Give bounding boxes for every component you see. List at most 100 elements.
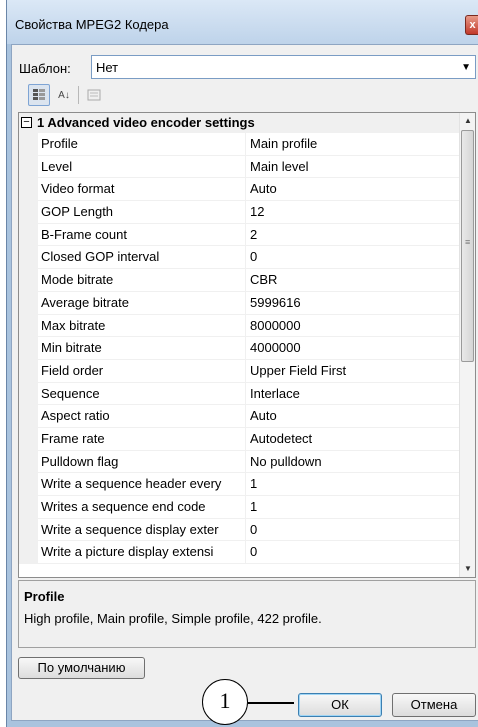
chevron-down-icon[interactable]: ▼ <box>461 62 471 73</box>
property-name: Writes a sequence end code <box>38 496 246 519</box>
property-name: Sequence <box>38 382 246 406</box>
row-gutter <box>19 201 38 224</box>
property-value[interactable]: 4000000 <box>246 337 460 360</box>
row-gutter <box>19 178 38 202</box>
collapse-icon[interactable]: − <box>21 117 32 128</box>
property-value[interactable]: 1 <box>246 473 460 496</box>
cancel-button[interactable]: Отмена <box>392 693 476 717</box>
property-row[interactable]: GOP Length 12 <box>19 201 460 224</box>
row-gutter <box>19 496 38 519</box>
property-row[interactable]: Sequence Interlace <box>19 382 460 406</box>
property-name: GOP Length <box>38 201 246 224</box>
property-name: Average bitrate <box>38 291 246 315</box>
property-row[interactable]: B-Frame count 2 <box>19 223 460 247</box>
property-value[interactable]: Autodetect <box>246 428 460 451</box>
title-bar[interactable]: Свойства MPEG2 Кодера x <box>7 0 478 44</box>
property-value[interactable]: 12 <box>246 201 460 224</box>
row-gutter <box>19 473 38 496</box>
property-name: Mode bitrate <box>38 269 246 292</box>
ok-button[interactable]: ОК <box>298 693 382 717</box>
window-title: Свойства MPEG2 Кодера <box>15 17 169 32</box>
scrollbar-thumb[interactable]: ≡ <box>461 130 474 362</box>
property-value[interactable]: Auto <box>246 405 460 428</box>
template-dropdown[interactable]: Нет ▼ <box>91 55 476 79</box>
row-gutter <box>19 223 38 247</box>
row-gutter <box>19 246 38 270</box>
vertical-scrollbar[interactable]: ▲ ≡ ▼ <box>459 113 475 577</box>
property-name: Frame rate <box>38 427 246 451</box>
property-name: Write a sequence display exter <box>38 518 246 542</box>
property-value[interactable]: 0 <box>246 246 460 270</box>
row-gutter <box>19 133 38 156</box>
row-gutter <box>19 405 38 428</box>
property-value[interactable]: Main level <box>246 156 460 179</box>
row-gutter <box>19 291 38 315</box>
property-row[interactable]: Mode bitrate CBR <box>19 269 460 292</box>
property-row[interactable]: Aspect ratio Auto <box>19 405 460 428</box>
row-gutter <box>19 450 38 474</box>
row-gutter <box>19 337 38 360</box>
property-row[interactable]: Average bitrate 5999616 <box>19 291 460 315</box>
scroll-up-icon[interactable]: ▲ <box>460 113 475 129</box>
property-row[interactable]: Pulldown flag No pulldown <box>19 450 460 474</box>
property-row[interactable]: Write a sequence header every 1 <box>19 473 460 496</box>
property-row[interactable]: Frame rate Autodetect <box>19 427 460 451</box>
property-row[interactable]: Min bitrate 4000000 <box>19 337 460 360</box>
property-value[interactable]: 0 <box>246 541 460 565</box>
property-value[interactable]: 5999616 <box>246 292 460 315</box>
template-selected-value: Нет <box>96 60 119 75</box>
property-row[interactable]: Video format Auto <box>19 178 460 202</box>
dialog-client-area: Шаблон: Нет ▼ A↓ − 1 Advanced video enco… <box>11 44 478 721</box>
property-value[interactable]: No pulldown <box>246 451 460 474</box>
description-panel: Profile High profile, Main profile, Simp… <box>18 580 476 648</box>
property-value[interactable]: Upper Field First <box>246 360 460 383</box>
template-label: Шаблон: <box>19 61 71 76</box>
property-rows: Profile Main profile Level Main level Video … <box>19 133 460 565</box>
property-value[interactable]: 0 <box>246 519 460 542</box>
toolbar-divider <box>78 86 79 104</box>
property-row[interactable]: Closed GOP interval 0 <box>19 246 460 270</box>
property-name: Write a picture display extensi <box>38 541 246 565</box>
property-value[interactable]: 8000000 <box>246 315 460 338</box>
property-name: B-Frame count <box>38 223 246 247</box>
callout-number: 1 <box>202 679 248 725</box>
category-row[interactable]: − 1 Advanced video encoder settings <box>19 113 460 133</box>
property-row[interactable]: Writes a sequence end code 1 <box>19 496 460 519</box>
categorized-view-icon[interactable] <box>28 84 50 106</box>
property-value[interactable]: 2 <box>246 224 460 247</box>
property-row[interactable]: Level Main level <box>19 155 460 179</box>
row-gutter <box>19 518 38 542</box>
property-grid[interactable]: − 1 Advanced video encoder settings Prof… <box>18 112 476 578</box>
property-row[interactable]: Max bitrate 8000000 <box>19 314 460 338</box>
row-gutter <box>19 359 38 383</box>
property-name: Field order <box>38 359 246 383</box>
alphabetical-sort-icon[interactable]: A↓ <box>53 84 75 106</box>
default-button[interactable]: По умолчанию <box>18 657 145 679</box>
row-gutter <box>19 541 38 565</box>
property-value[interactable]: Main profile <box>246 133 460 156</box>
property-row[interactable]: Write a picture display extensi 0 <box>19 541 460 565</box>
property-row[interactable]: Write a sequence display exter 0 <box>19 518 460 542</box>
row-gutter <box>19 382 38 406</box>
property-name: Level <box>38 155 246 179</box>
scroll-down-icon[interactable]: ▼ <box>460 561 475 577</box>
row-gutter <box>19 314 38 338</box>
property-value[interactable]: Interlace <box>246 383 460 406</box>
property-row[interactable]: Field order Upper Field First <box>19 359 460 383</box>
row-gutter <box>19 155 38 179</box>
dialog-window: Свойства MPEG2 Кодера x Шаблон: Нет ▼ A↓ <box>6 0 478 727</box>
close-icon[interactable]: x <box>465 15 478 35</box>
property-value[interactable]: 1 <box>246 496 460 519</box>
property-pages-icon[interactable] <box>83 84 105 106</box>
row-gutter <box>19 427 38 451</box>
property-value[interactable]: CBR <box>246 269 460 292</box>
row-gutter <box>19 269 38 292</box>
property-name: Profile <box>38 133 246 156</box>
callout-pointer-line <box>248 702 294 704</box>
property-value[interactable]: Auto <box>246 178 460 202</box>
grip-icon: ≡ <box>465 237 471 247</box>
property-row[interactable]: Profile Main profile <box>19 133 460 156</box>
property-name: Closed GOP interval <box>38 246 246 270</box>
property-name: Pulldown flag <box>38 450 246 474</box>
description-title: Profile <box>24 589 65 604</box>
